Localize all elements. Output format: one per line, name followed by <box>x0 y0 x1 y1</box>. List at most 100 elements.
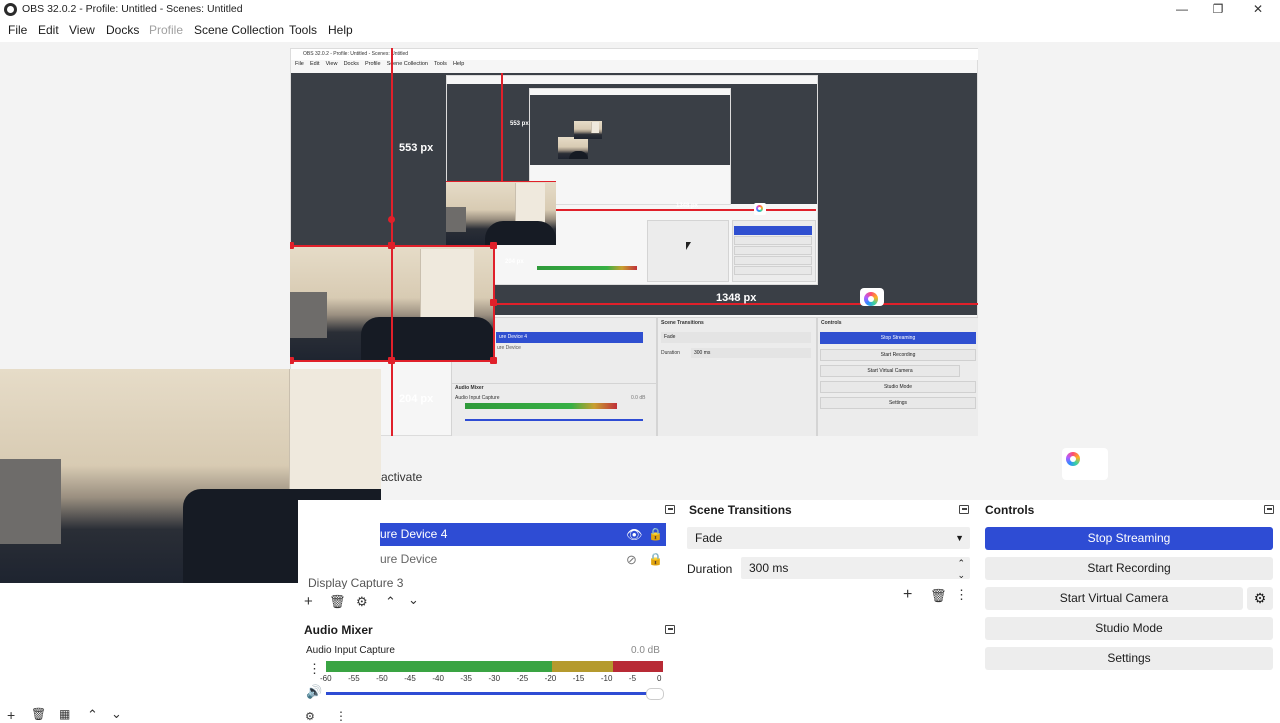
menu-view[interactable]: View <box>69 23 95 37</box>
menu-bar: File Edit View Docks Profile Scene Colle… <box>0 20 1280 42</box>
nested-title: OBS 32.0.2 - Profile: Untitled - Scenes:… <box>291 49 978 60</box>
transition-value: Fade <box>695 531 723 545</box>
stop-streaming-button[interactable]: Stop Streaming <box>985 527 1273 550</box>
spin-down-icon[interactable]: ⌄ <box>957 564 965 586</box>
add-source-icon[interactable]: + <box>304 593 313 610</box>
start-virtual-camera-button[interactable]: Start Virtual Camera <box>985 587 1243 610</box>
width-measure-label: 1348 px <box>716 292 757 304</box>
source-label: Display Capture 3 <box>308 577 404 589</box>
resize-handle-br[interactable] <box>490 357 497 364</box>
height-measure-label: 553 px <box>399 142 434 154</box>
menu-help[interactable]: Help <box>328 23 353 37</box>
volume-slider-handle[interactable] <box>646 688 664 700</box>
meter-tick-label: -45 <box>404 674 416 683</box>
transition-menu-icon[interactable]: ⋮ <box>955 587 968 603</box>
meter-tick-label: -15 <box>572 674 585 683</box>
menu-tools[interactable]: Tools <box>289 23 317 37</box>
floating-app-badge-icon[interactable] <box>1062 448 1108 480</box>
source-height-label: 204 px <box>399 393 434 405</box>
remove-transition-icon[interactable]: 🗑 <box>930 588 947 604</box>
minimize-icon[interactable]: — <box>1164 1 1200 18</box>
meter-tick-label: -25 <box>516 674 529 683</box>
resize-handle-r[interactable] <box>490 299 497 306</box>
meter-tick-label: -35 <box>460 674 472 683</box>
scene-transitions-float-icon[interactable] <box>959 505 969 514</box>
meter-tick-label: -50 <box>376 674 388 683</box>
meter-tick-labels: -60 -55 -50 -45 -40 -35 -30 -25 -20 -15 -10 -5 0 <box>320 674 663 686</box>
virtual-camera-gear-icon[interactable]: ⚙ <box>1247 587 1273 610</box>
meter-tick-label: -60 <box>320 674 332 683</box>
nested-webcam-small <box>446 181 556 245</box>
duration-value: 300 ms <box>749 561 789 575</box>
menu-scene-collection[interactable]: Scene Collection <box>194 23 284 37</box>
remove-source-icon[interactable]: 🗑 <box>329 594 346 610</box>
volume-fill <box>326 692 656 695</box>
restore-icon[interactable]: ❐ <box>1200 1 1236 18</box>
mixer-settings-icon[interactable]: ⚙ <box>305 710 315 723</box>
controls-float-icon[interactable] <box>1264 505 1274 514</box>
level-meter-red <box>613 661 663 672</box>
app-badge-icon <box>754 203 766 215</box>
visibility-hidden-icon[interactable]: ⊘ <box>626 548 637 571</box>
level-meter-yellow <box>552 661 613 672</box>
window-title: OBS 32.0.2 - Profile: Untitled - Scenes:… <box>22 3 243 15</box>
scene-transitions-title: Scene Transitions <box>689 503 792 517</box>
speaker-icon[interactable]: 🔊 <box>306 684 322 700</box>
move-down-icon[interactable]: ⌄ <box>408 592 419 608</box>
audio-mixer-float-icon[interactable] <box>665 625 675 634</box>
duration-spinbox[interactable]: 300 ms ⌃ ⌄ <box>741 557 970 580</box>
sources-dock-float-icon[interactable] <box>665 505 675 514</box>
activate-text: activate <box>381 470 423 484</box>
visibility-eye-icon[interactable]: 👁 <box>626 523 643 546</box>
menu-file[interactable]: File <box>8 23 27 37</box>
rotation-handle[interactable] <box>388 216 395 223</box>
menu-profile[interactable]: Profile <box>149 23 183 37</box>
meter-tick-label: -40 <box>432 674 444 683</box>
source-row-selected[interactable]: ure Device 4 👁 🔒 <box>380 523 666 546</box>
close-icon[interactable]: ✕ <box>1240 1 1276 18</box>
start-recording-button[interactable]: Start Recording <box>985 557 1273 580</box>
scene-move-up-icon[interactable]: ⌃ <box>87 707 98 723</box>
resize-handle-tr[interactable] <box>490 242 497 249</box>
menu-edit[interactable]: Edit <box>38 23 59 37</box>
meter-tick-label: -55 <box>348 674 360 683</box>
lock-icon[interactable]: 🔒 <box>648 548 663 571</box>
resize-handle-b[interactable] <box>388 357 395 364</box>
title-bar: OBS 32.0.2 - Profile: Untitled - Scenes:… <box>0 0 1280 19</box>
source-row[interactable]: ure Device ⊘ 🔒 <box>380 548 666 571</box>
source-row[interactable]: Display Capture 3 <box>298 577 670 589</box>
meter-tick-label: -20 <box>544 674 557 683</box>
source-label: ure Device 4 <box>380 527 448 541</box>
transition-select[interactable]: Fade ▼ <box>687 527 970 549</box>
cursor-icon <box>686 242 691 250</box>
meter-tick-label: -10 <box>600 674 613 683</box>
scene-filters-icon[interactable]: ▦ <box>59 707 70 721</box>
lock-icon[interactable]: 🔒 <box>648 523 663 546</box>
move-up-icon[interactable]: ⌃ <box>385 594 396 610</box>
audio-level-readout: 0.0 dB <box>631 645 660 656</box>
meter-tick-label: -30 <box>488 674 501 683</box>
mixer-menu-icon[interactable]: ⋮ <box>335 709 347 723</box>
settings-button[interactable]: Settings <box>985 647 1273 670</box>
remove-scene-icon[interactable]: 🗑 <box>31 707 46 721</box>
meter-tick-label: 0 <box>657 674 662 683</box>
source-label: ure Device <box>380 552 438 566</box>
source-properties-gear-icon[interactable]: ⚙ <box>356 594 368 610</box>
resize-handle-bl[interactable] <box>290 357 294 364</box>
add-transition-icon[interactable]: + <box>903 586 912 604</box>
duration-label: Duration <box>687 562 733 576</box>
nested-menu: File Edit View Docks Profile Scene Colle… <box>295 61 465 67</box>
chevron-down-icon: ▼ <box>955 533 964 543</box>
resize-handle-tl[interactable] <box>290 242 294 249</box>
resize-handle-t[interactable] <box>388 242 395 249</box>
menu-docks[interactable]: Docks <box>106 23 139 37</box>
add-scene-icon[interactable]: + <box>7 707 15 723</box>
audio-channel-name: Audio Input Capture <box>306 645 395 656</box>
audio-mixer-title: Audio Mixer <box>304 623 373 637</box>
level-meter-green <box>326 661 552 672</box>
studio-mode-button[interactable]: Studio Mode <box>985 617 1273 640</box>
meter-tick-label: -5 <box>628 674 637 683</box>
controls-title: Controls <box>985 503 1035 517</box>
preview-canvas[interactable]: OBS 32.0.2 - Profile: Untitled - Scenes:… <box>290 48 978 436</box>
obs-logo-icon <box>4 3 17 16</box>
